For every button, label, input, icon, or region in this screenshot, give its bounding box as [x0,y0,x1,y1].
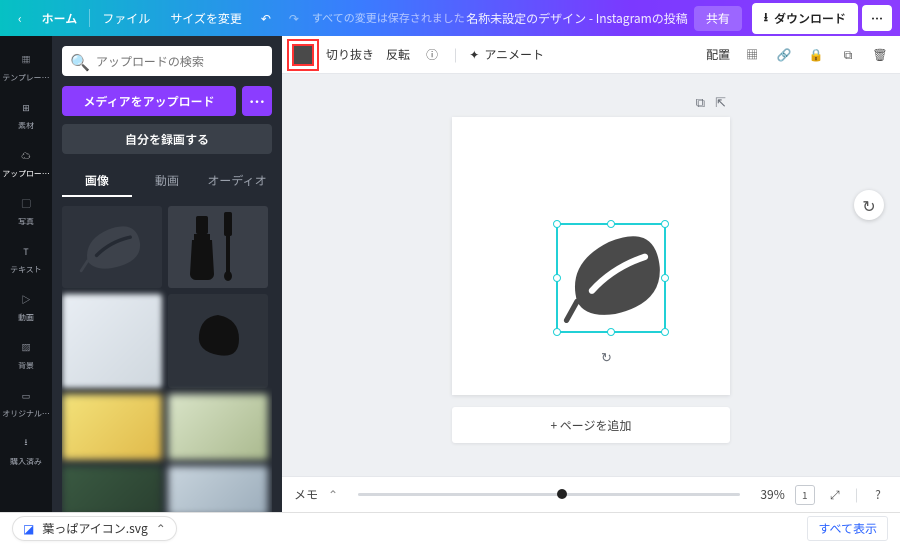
color-swatch[interactable] [292,44,314,66]
left-rail: ▦テンプレー… ⊞素材 ☁アップロー… ▢写真 Tテキスト ▷動画 ▨背景 ▭オ… [0,36,52,512]
thumb-leaf[interactable] [62,206,162,288]
rail-upload[interactable]: ☁アップロー… [0,140,52,188]
file-icon: ◪ [23,520,34,537]
position-button[interactable]: 配置 [706,46,730,63]
export-page-icon[interactable]: ⇱ [715,92,726,111]
back-button[interactable]: ‹ [8,0,32,36]
context-toolbar: 切り抜き 反転 ⓘ | ✦アニメート 配置 ▦ 🔗 🔒 ⧉ 🗑 [282,36,900,74]
resize-menu[interactable]: サイズを変更 [160,0,252,36]
rail-purchased[interactable]: ⭳購入済み [0,428,52,476]
thumb-photo-3[interactable] [168,394,268,460]
canvas-area: 切り抜き 反転 ⓘ | ✦アニメート 配置 ▦ 🔗 🔒 ⧉ 🗑 ↻ ⧉ ⇱ [282,36,900,512]
upload-panel: 🔍 メディアをアップロード ⋯ 自分を録画する 画像 動画 オーディオ ‹ [52,36,282,512]
tab-video[interactable]: 動画 [132,166,202,197]
tab-image[interactable]: 画像 [62,166,132,197]
upload-media-button[interactable]: メディアをアップロード [62,86,236,116]
thumb-photo-1[interactable] [62,294,162,388]
link-icon[interactable]: 🔗 [774,45,794,65]
bottom-bar: メモ ⌃ 39% 1 ⤢ | ? [282,476,900,512]
page-count-icon[interactable]: 1 [795,485,815,505]
thumb-photo-5[interactable] [168,466,268,512]
thumb-blob[interactable] [168,294,268,388]
selection-box[interactable]: ↻ [556,223,666,333]
stage[interactable]: ↻ ⧉ ⇱ [282,74,900,476]
lock-icon[interactable]: 🔒 [806,45,826,65]
rail-templates[interactable]: ▦テンプレー… [0,44,52,92]
info-icon[interactable]: ⓘ [422,45,442,65]
fullscreen-icon[interactable]: ⤢ [825,485,845,505]
upload-more-button[interactable]: ⋯ [242,86,272,116]
notes-chevron-icon[interactable]: ⌃ [328,486,338,503]
handle-r[interactable] [661,274,669,282]
tab-audio[interactable]: オーディオ [202,166,272,197]
thumb-nail-polish[interactable] [168,206,268,288]
media-tabs: 画像 動画 オーディオ [62,166,272,198]
background-icon: ▨ [17,338,35,356]
animate-button[interactable]: ✦アニメート [469,46,544,63]
rail-background[interactable]: ▨背景 [0,332,52,380]
redo-button[interactable]: ↷ [280,0,308,36]
trash-icon[interactable]: 🗑 [870,45,890,65]
file-menu[interactable]: ファイル [92,0,160,36]
add-page-button[interactable]: + ページを追加 [452,407,730,443]
divider [89,9,90,27]
rail-photo[interactable]: ▢写真 [0,188,52,236]
download-icon: ⭳ [17,434,35,452]
help-icon[interactable]: ? [868,485,888,505]
photo-icon: ▢ [17,194,35,212]
video-icon: ▷ [17,290,35,308]
notes-button[interactable]: メモ [294,486,318,503]
browser-download-bar: ◪ 葉っぱアイコン.svg ⌃ すべて表示 [0,512,900,544]
folder-icon: ▭ [17,386,35,404]
rail-elements[interactable]: ⊞素材 [0,92,52,140]
chevron-up-icon[interactable]: ⌃ [156,520,166,537]
thumbnail-grid [62,206,272,512]
template-icon: ▦ [17,50,35,68]
handle-l[interactable] [553,274,561,282]
crop-button[interactable]: 切り抜き [326,46,374,63]
handle-br[interactable] [661,328,669,336]
share-button[interactable]: 共有 [694,6,742,31]
flip-button[interactable]: 反転 [386,46,410,63]
artboard[interactable]: ↻ [452,117,730,395]
handle-bl[interactable] [553,328,561,336]
refresh-button[interactable]: ↻ [854,190,884,220]
record-yourself-button[interactable]: 自分を録画する [62,124,272,154]
more-button[interactable]: ⋯ [862,5,892,31]
upload-cloud-icon: ☁ [17,146,35,164]
top-menu-bar: ‹ ホーム ファイル サイズを変更 ↶ ↷ すべての変更は保存されました 名称未… [0,0,900,36]
save-status: すべての変更は保存されました [312,10,465,26]
handle-tl[interactable] [553,220,561,228]
rotate-handle[interactable]: ↻ [601,347,621,367]
rail-original[interactable]: ▭オリジナル… [0,380,52,428]
design-title[interactable]: 名称未設定のデザイン - Instagramの投稿 [466,10,688,27]
search-input[interactable] [96,53,264,70]
zoom-value[interactable]: 39% [760,486,784,503]
handle-t[interactable] [607,220,615,228]
search-box[interactable]: 🔍 [62,46,272,76]
elements-icon: ⊞ [17,98,35,116]
downloaded-file-chip[interactable]: ◪ 葉っぱアイコン.svg ⌃ [12,516,177,541]
transparency-icon[interactable]: ▦ [742,45,762,65]
download-button[interactable]: ⭳ダウンロード [752,3,858,34]
handle-b[interactable] [607,328,615,336]
undo-button[interactable]: ↶ [252,0,280,36]
show-all-downloads[interactable]: すべて表示 [807,516,888,541]
thumb-photo-4[interactable] [62,466,162,512]
page-tools: ⧉ ⇱ [452,90,730,113]
rail-video[interactable]: ▷動画 [0,284,52,332]
duplicate-icon[interactable]: ⧉ [838,45,858,65]
text-icon: T [17,242,35,260]
animate-icon: ✦ [469,46,479,63]
page-wrapper: ⧉ ⇱ [452,90,730,443]
thumb-photo-2[interactable] [62,394,162,460]
home-button[interactable]: ホーム [32,0,88,36]
handle-tr[interactable] [661,220,669,228]
downloaded-file-name: 葉っぱアイコン.svg [42,520,147,537]
rail-text[interactable]: Tテキスト [0,236,52,284]
search-icon: 🔍 [70,49,90,73]
duplicate-page-icon[interactable]: ⧉ [696,92,705,111]
download-icon: ⭳ [764,8,768,29]
zoom-slider[interactable] [358,493,740,496]
